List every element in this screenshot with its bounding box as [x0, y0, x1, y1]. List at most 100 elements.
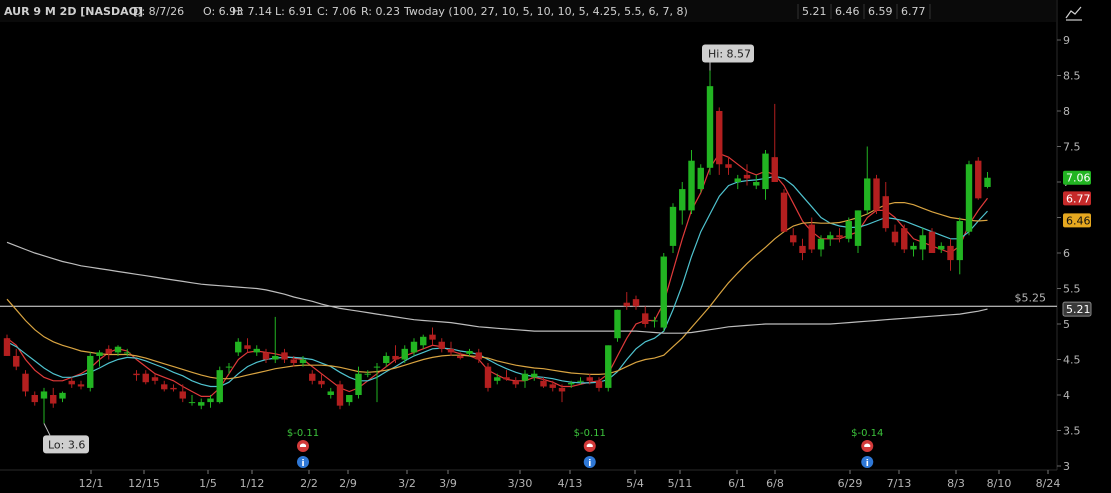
- candle: [31, 391, 38, 406]
- candle: [984, 172, 991, 189]
- header-date: D: 8/7/26: [133, 5, 184, 18]
- time-tick-label: 3/9: [439, 477, 457, 490]
- time-tick-label: 6/29: [838, 477, 863, 490]
- time-tick-label: 5/4: [626, 477, 644, 490]
- time-tick-label: 7/13: [887, 477, 912, 490]
- low-callout-label: Lo: 3.6: [48, 438, 85, 451]
- candle: [743, 164, 751, 186]
- candle-body: [790, 235, 797, 243]
- stock-chart[interactable]: AUR 9 M 2D [NASDAQ] D: 8/7/26 O: 6.93 H:…: [0, 0, 1111, 493]
- candle-body: [706, 86, 714, 168]
- candle-body: [170, 387, 177, 390]
- candle: [521, 370, 529, 388]
- candle: [447, 341, 455, 356]
- candle: [734, 174, 741, 190]
- candle-body: [771, 157, 778, 182]
- time-tick-label: 8/24: [1036, 477, 1061, 490]
- candle: [688, 150, 695, 214]
- candle: [336, 380, 344, 410]
- candle-body: [188, 402, 196, 404]
- candle: [919, 228, 926, 261]
- candle-body: [318, 380, 325, 385]
- time-tick-label: 3/2: [398, 477, 416, 490]
- chart-header: AUR 9 M 2D [NASDAQ] D: 8/7/26 O: 6.93 H:…: [0, 0, 1056, 22]
- candle: [882, 182, 889, 232]
- candle-body: [364, 373, 371, 375]
- time-tick-label: 3/30: [508, 477, 533, 490]
- candle: [623, 292, 630, 310]
- candle-body: [40, 391, 48, 399]
- candle: [614, 309, 621, 342]
- candle-body: [262, 352, 270, 360]
- candle-body: [420, 336, 427, 346]
- candle: [697, 164, 704, 193]
- candle: [253, 345, 260, 356]
- candle-body: [503, 377, 510, 380]
- candle-body: [309, 373, 316, 381]
- candle-body: [660, 256, 667, 328]
- candle-body: [475, 352, 482, 360]
- candle-body: [253, 348, 260, 353]
- candle-body: [373, 366, 381, 368]
- earnings-label: $-0.11: [574, 428, 606, 439]
- candle: [105, 345, 112, 360]
- header-study-value: 6.77: [901, 5, 926, 18]
- candle-body: [392, 355, 399, 360]
- candle-body: [956, 221, 963, 261]
- candle-body: [114, 346, 122, 353]
- candle: [873, 174, 880, 214]
- candle: [87, 352, 94, 392]
- price-tick-label: 5: [1063, 318, 1070, 331]
- price-tick-label: 9: [1063, 34, 1070, 47]
- candle-body: [891, 231, 899, 243]
- time-tick-label: 4/13: [558, 477, 583, 490]
- candle: [790, 228, 797, 246]
- moving-average-line: [6, 241, 988, 334]
- candle-body: [595, 380, 603, 388]
- candle: [891, 224, 899, 246]
- candle-body: [817, 238, 825, 250]
- candle: [669, 203, 677, 253]
- candle: [864, 146, 871, 214]
- header-study-value: 6.59: [868, 5, 893, 18]
- candle: [725, 157, 732, 175]
- high-callout-label: Hi: 8.57: [708, 48, 751, 61]
- price-tick-label: 4.5: [1063, 354, 1081, 367]
- candle-body: [87, 355, 94, 388]
- candle: [142, 370, 149, 385]
- candle: [475, 348, 482, 364]
- candle: [956, 217, 963, 275]
- candle-body: [586, 377, 593, 381]
- candle-body: [244, 345, 251, 349]
- candle-body: [105, 348, 112, 354]
- candle-body: [928, 231, 936, 253]
- info-icon: i: [583, 456, 596, 469]
- candle-body: [124, 352, 131, 354]
- candle-body: [216, 370, 223, 403]
- candle-body: [558, 387, 566, 392]
- candle-body: [919, 235, 926, 250]
- phone-icon: [583, 440, 596, 452]
- candle-body: [725, 164, 732, 168]
- candle-body: [299, 359, 307, 364]
- header-symbol: AUR 9 M 2D [NASDAQ]: [4, 5, 143, 18]
- candle-body: [688, 160, 695, 211]
- price-tag-label: 6.77: [1066, 192, 1091, 205]
- price-tick-label: 4: [1063, 389, 1070, 402]
- price-tag-label: 7.06: [1066, 172, 1091, 185]
- candle: [77, 380, 85, 390]
- candle: [706, 70, 714, 175]
- candle-body: [827, 235, 834, 239]
- candle-body: [845, 221, 852, 239]
- price-tick-label: 3.5: [1063, 425, 1081, 438]
- candle-body: [753, 182, 760, 186]
- candle: [965, 160, 973, 236]
- plot-area[interactable]: $5.25 Hi: 8.57 Lo: 3.6 $-0.11 i $-0.11 i $-0.14…: [0, 44, 1092, 469]
- candle: [198, 398, 205, 410]
- header-study-values: 5.21 6.46 6.59 6.77: [797, 4, 931, 19]
- chart-style-icon[interactable]: [1065, 6, 1082, 21]
- time-tick-label: 8/10: [987, 477, 1012, 490]
- candle-body: [679, 189, 686, 211]
- candle-body: [577, 380, 584, 382]
- candle: [928, 228, 936, 253]
